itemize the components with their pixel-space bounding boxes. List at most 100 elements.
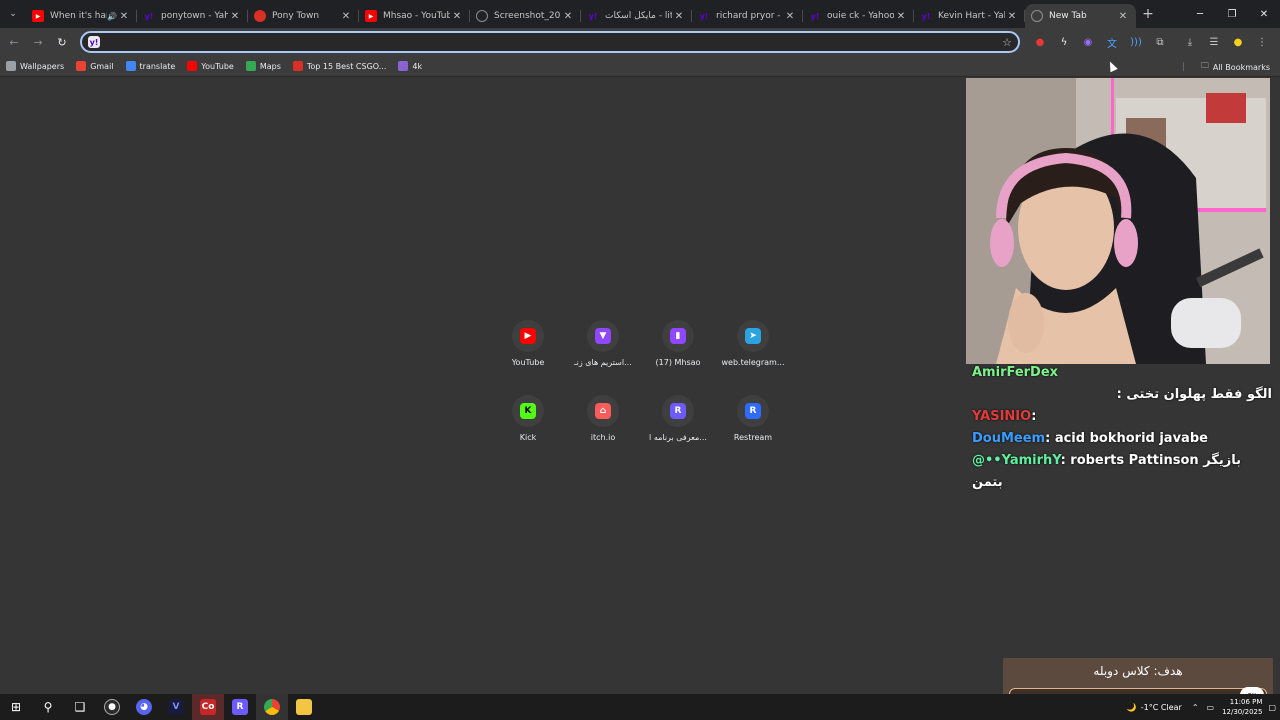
- webcam-overlay: [966, 78, 1270, 364]
- all-bookmarks-button[interactable]: 🗀 All Bookmarks: [1182, 60, 1270, 74]
- new-tab-button[interactable]: +: [1136, 6, 1160, 22]
- shortcut-tile[interactable]: R Restream: [713, 395, 793, 442]
- maximize-button[interactable]: ❐: [1216, 0, 1248, 28]
- bookmark-item[interactable]: Maps: [245, 61, 281, 71]
- clock-date: 12/30/2025: [1222, 708, 1263, 716]
- adblock-extension-icon[interactable]: ●: [1028, 28, 1052, 56]
- lightning-extension-icon[interactable]: ϟ: [1052, 28, 1076, 56]
- download-icon[interactable]: ⤓: [1178, 28, 1202, 56]
- shortcut-tile[interactable]: ▮ (17) Mhsao: [638, 320, 718, 367]
- chat-text: بتمن: [972, 475, 1003, 490]
- task-view-icon[interactable]: ❑: [64, 694, 96, 720]
- close-tab-icon[interactable]: ✕: [228, 11, 242, 22]
- close-tab-icon[interactable]: ✕: [672, 11, 686, 22]
- stream-chat: AmirFerDex الگو فقط پهلوان تختی : YASINIO:…: [966, 362, 1280, 492]
- start-button[interactable]: ⊞: [0, 694, 32, 720]
- shortcut-tile[interactable]: ▼ استریم های زنـ...: [563, 320, 643, 367]
- shortcut-favicon-icon: ➤: [745, 328, 761, 344]
- chat-message: @••YamirhY: roberts Pattinson بازیگر: [966, 450, 1280, 472]
- bookmark-item[interactable]: Gmail: [76, 61, 114, 71]
- tab-search-button[interactable]: ⌄: [0, 0, 26, 28]
- shortcut-icon-circle: ⌂: [587, 395, 619, 427]
- close-tab-icon[interactable]: ✕: [339, 11, 353, 22]
- forward-button[interactable]: →: [26, 36, 50, 49]
- shortcut-favicon-icon: R: [670, 403, 686, 419]
- close-window-button[interactable]: ✕: [1248, 0, 1280, 28]
- maps-icon: [245, 61, 256, 71]
- extensions-puzzle-icon[interactable]: ⧉: [1148, 28, 1172, 56]
- tab-3[interactable]: ▶ Mhsao - YouTube✕: [359, 4, 470, 28]
- tab-2[interactable]: Pony Town ✕: [248, 4, 359, 28]
- webcam-image: [966, 78, 1270, 364]
- tray-chevron-icon[interactable]: ⌃: [1192, 703, 1199, 712]
- vegas-app-icon[interactable]: V: [160, 694, 192, 720]
- network-icon[interactable]: ▭: [1207, 703, 1215, 712]
- audio-extension-icon[interactable]: ))): [1124, 28, 1148, 56]
- chrome-app-icon[interactable]: [256, 694, 288, 720]
- system-tray: 🌙 -1°C Clear ⌃ ▭ 11:06 PM 12/30/2025 ▢: [1127, 694, 1276, 720]
- shortcut-favicon-icon: ▼: [595, 328, 611, 344]
- close-tab-icon[interactable]: ✕: [783, 11, 797, 22]
- codm-app-icon[interactable]: Co: [192, 694, 224, 720]
- close-tab-icon[interactable]: ✕: [1005, 11, 1019, 22]
- address-bar[interactable]: y! ☆: [80, 31, 1020, 53]
- chat-text: : acid bokhorid javabe: [1045, 431, 1208, 446]
- bookmark-item[interactable]: translate: [125, 61, 175, 71]
- shortcut-tile[interactable]: ▶ YouTube: [488, 320, 568, 367]
- tab-5[interactable]: y! مایکل اسکات - lits✕: [581, 4, 692, 28]
- translate-extension-icon[interactable]: 文: [1100, 28, 1124, 56]
- audio-playing-icon[interactable]: 🔊: [107, 12, 117, 21]
- bookmark-item[interactable]: Wallpapers: [6, 61, 64, 71]
- shortcut-label: web.telegram...: [721, 358, 785, 367]
- shortcut-favicon-icon: ▮: [670, 328, 686, 344]
- shortcut-tile[interactable]: ⌂ itch.io: [563, 395, 643, 442]
- shortcut-tile[interactable]: ➤ web.telegram...: [713, 320, 793, 367]
- address-input[interactable]: [106, 35, 1003, 49]
- back-button[interactable]: ←: [2, 36, 26, 49]
- tab-6[interactable]: y! richard pryor - Ya✕: [692, 4, 803, 28]
- bookmark-item[interactable]: 4k: [398, 61, 422, 71]
- tab-0[interactable]: ▶ When it's hard🔊✕: [26, 4, 137, 28]
- tab-title: ouie ck - Yahoo: [827, 11, 894, 21]
- tab-title: Screenshot_2025: [494, 11, 561, 21]
- close-tab-icon[interactable]: ✕: [117, 11, 131, 22]
- discord-app-icon[interactable]: ◕: [128, 694, 160, 720]
- close-tab-icon[interactable]: ✕: [450, 11, 464, 22]
- tab-1[interactable]: y! ponytown - Yahoo✕: [137, 4, 248, 28]
- tab-4[interactable]: Screenshot_2025✕: [470, 4, 581, 28]
- browser-app-icon[interactable]: ●: [96, 694, 128, 720]
- notification-icon[interactable]: ▢: [1268, 703, 1276, 712]
- close-tab-icon[interactable]: ✕: [894, 11, 908, 22]
- globe-icon: [476, 10, 488, 22]
- bookmark-item[interactable]: YouTube: [187, 61, 234, 71]
- clock-time: 11:06 PM: [1229, 698, 1263, 706]
- folder-icon: 🗀: [1200, 61, 1209, 70]
- profile-avatar-icon[interactable]: ●: [1226, 28, 1250, 56]
- reading-list-icon[interactable]: ☰: [1202, 28, 1226, 56]
- bookmark-star-icon[interactable]: ☆: [1002, 36, 1012, 49]
- shortcut-label: itch.io: [590, 433, 616, 442]
- shortcut-icon-circle: ▮: [662, 320, 694, 352]
- clock[interactable]: 11:06 PM 12/30/2025: [1222, 697, 1262, 717]
- menu-dots-icon[interactable]: ⋮: [1250, 28, 1274, 56]
- youtube-icon: ▶: [32, 10, 44, 22]
- bookmark-label: Top 15 Best CSGO...: [306, 61, 387, 71]
- restream-app-icon[interactable]: R: [224, 694, 256, 720]
- close-tab-icon[interactable]: ✕: [561, 11, 575, 22]
- windows-taskbar: ⊞ ⚲ ❑ ● ◕ V Co R 🌙 -1°C Clear ⌃ ▭ 11:06 …: [0, 694, 1280, 720]
- reload-button[interactable]: ↻: [50, 36, 74, 49]
- search-icon[interactable]: ⚲: [32, 694, 64, 720]
- tab-8[interactable]: y! Kevin Hart - Yaho✕: [914, 4, 1025, 28]
- rss-extension-icon[interactable]: ◉: [1076, 28, 1100, 56]
- tab-9[interactable]: New Tab ✕: [1025, 4, 1136, 28]
- minimize-button[interactable]: ─: [1184, 0, 1216, 28]
- shortcut-tile[interactable]: K Kick: [488, 395, 568, 442]
- tab-7[interactable]: y! ouie ck - Yahoo ✕: [803, 4, 914, 28]
- bookmark-item[interactable]: Top 15 Best CSGO...: [292, 61, 387, 71]
- close-tab-icon[interactable]: ✕: [1116, 11, 1130, 22]
- shortcut-icon-circle: K: [512, 395, 544, 427]
- tab-title: Pony Town: [272, 11, 320, 21]
- shortcut-tile[interactable]: R معرفی برنامه ا...: [638, 395, 718, 442]
- file-explorer-icon[interactable]: [288, 694, 320, 720]
- translate-icon: [125, 61, 136, 71]
